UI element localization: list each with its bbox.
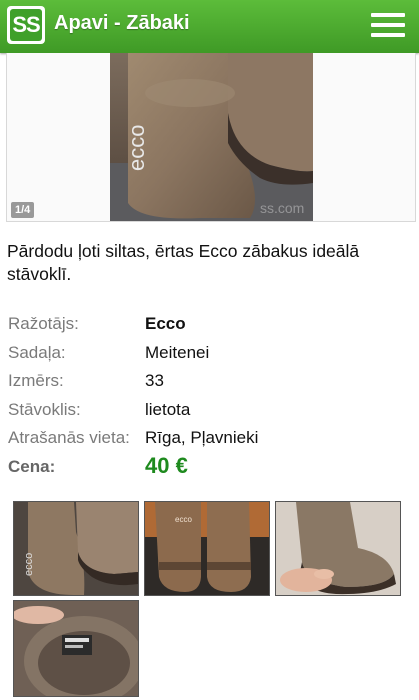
main-photo[interactable]: ecco ss.com xyxy=(110,53,313,221)
property-value: 33 xyxy=(145,371,164,390)
ecco-watermark: ecco xyxy=(124,125,149,171)
thumbnail-1[interactable]: ecco xyxy=(13,501,139,596)
property-value: lietota xyxy=(145,399,191,419)
price-value: 40 € xyxy=(145,452,188,478)
property-value: Rīga, Pļavnieki xyxy=(145,428,259,447)
hamburger-menu-icon[interactable] xyxy=(371,11,405,39)
property-value[interactable]: Ecco xyxy=(145,314,186,334)
thumbnail-4[interactable] xyxy=(13,600,139,697)
thumbnail-3[interactable] xyxy=(275,501,401,596)
svg-text:ecco: ecco xyxy=(175,515,192,524)
main-photo-frame[interactable]: ecco ss.com 1/4 xyxy=(6,53,416,222)
svg-text:ecco: ecco xyxy=(23,553,35,576)
property-label: Atrašanās vieta: xyxy=(8,428,130,447)
site-watermark: ss.com xyxy=(260,200,304,216)
logo-text: SS xyxy=(10,9,42,41)
ad-description: Pārdodu ļoti siltas, ērtas Ecco zābakus … xyxy=(7,241,360,284)
photo-counter: 1/4 xyxy=(11,202,35,218)
ss-logo[interactable]: SS xyxy=(7,6,45,44)
property-label: Ražotājs: xyxy=(8,314,79,333)
top-bar: SS Apavi - Zābaki xyxy=(0,0,419,53)
property-label: Sadaļa: xyxy=(8,342,66,362)
property-value: Meitenei xyxy=(145,342,210,362)
thumbnail-2[interactable]: ecco xyxy=(144,501,270,596)
property-label: Izmērs: xyxy=(8,371,64,390)
price-label: Cena: xyxy=(8,456,56,476)
property-label: Stāvoklis: xyxy=(8,399,81,419)
page-title[interactable]: Apavi - Zābaki xyxy=(54,12,190,35)
